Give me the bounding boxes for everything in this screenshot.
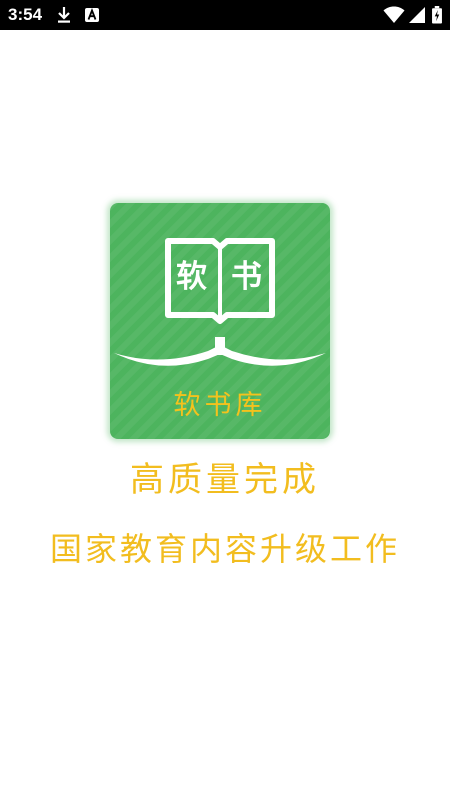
status-time: 3:54 — [8, 5, 43, 24]
download-icon — [58, 7, 70, 23]
logo-char-left: 软 — [176, 259, 207, 295]
text-a-icon — [85, 8, 99, 22]
app-logo: 软 书 软书库 — [110, 203, 330, 439]
battery-charging-icon — [432, 6, 442, 24]
logo-char-right: 书 — [231, 259, 262, 295]
wifi-icon — [383, 6, 405, 23]
status-bar: 3:54 — [0, 0, 450, 30]
app-name: 软书库 — [173, 390, 267, 421]
signal-icon — [409, 7, 425, 23]
slogan-line-1: 高质量完成 — [130, 460, 320, 500]
slogan-line-2: 国家教育内容升级工作 — [49, 530, 400, 568]
